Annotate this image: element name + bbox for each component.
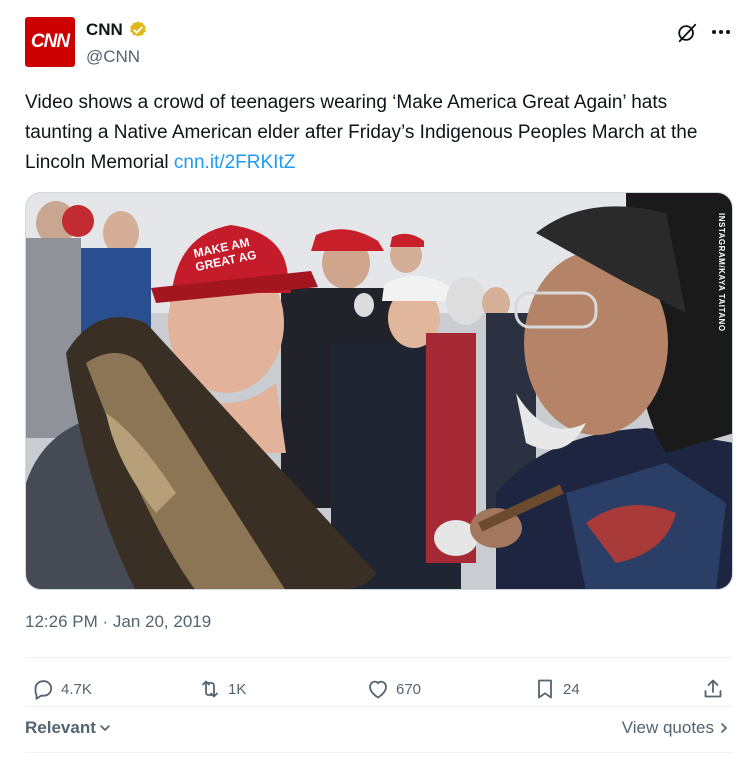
- display-name[interactable]: CNN: [86, 20, 123, 40]
- repost-count: 1K: [228, 680, 247, 698]
- divider: [25, 752, 733, 753]
- avatar[interactable]: CNN: [25, 17, 75, 67]
- share-button[interactable]: [701, 674, 725, 704]
- media-credit: INSTAGRAM/KAYA TAITANO: [717, 213, 726, 332]
- sort-dropdown[interactable]: Relevant: [25, 718, 112, 738]
- tweet-link[interactable]: cnn.it/2FRKItZ: [174, 152, 295, 173]
- reply-button[interactable]: 4.7K: [31, 674, 92, 704]
- timestamp[interactable]: 12:26 PM · Jan 20, 2019: [25, 612, 211, 632]
- bookmark-icon: [538, 679, 552, 699]
- tweet-media[interactable]: MAKE AM GREAT AG INSTAGRAM/KAYA TAITANO: [25, 192, 733, 590]
- grok-icon[interactable]: [676, 22, 698, 44]
- reply-count: 4.7K: [61, 680, 92, 698]
- like-button[interactable]: 670: [366, 674, 421, 704]
- view-quotes-label: View quotes: [621, 718, 714, 737]
- bookmark-button[interactable]: 24: [533, 674, 580, 704]
- sort-label: Relevant: [25, 718, 96, 737]
- bookmark-count: 24: [563, 680, 580, 698]
- tweet-body: Video shows a crowd of teenagers wearing…: [25, 92, 698, 173]
- like-count: 670: [396, 680, 422, 698]
- author-name-row: CNN: [86, 20, 148, 40]
- author-handle[interactable]: @CNN: [86, 47, 140, 67]
- tweet-text: Video shows a crowd of teenagers wearing…: [25, 88, 730, 178]
- share-icon: [704, 679, 722, 698]
- divider: [25, 657, 733, 658]
- more-options-icon[interactable]: [708, 20, 734, 44]
- chevron-right-icon: [721, 723, 727, 733]
- view-quotes-link[interactable]: View quotes: [622, 718, 730, 738]
- repost-button[interactable]: 1K: [198, 674, 246, 704]
- action-bar: 4.7K 1K 670 24: [25, 674, 733, 704]
- chevron-down-icon: [100, 725, 110, 731]
- divider: [25, 706, 733, 707]
- repost-icon: [202, 680, 218, 698]
- verified-badge-icon: [129, 21, 146, 37]
- cnn-logo: CNN: [30, 31, 70, 52]
- reply-icon: [34, 680, 53, 700]
- heart-icon: [369, 680, 387, 699]
- media-photo: MAKE AM GREAT AG: [26, 193, 732, 589]
